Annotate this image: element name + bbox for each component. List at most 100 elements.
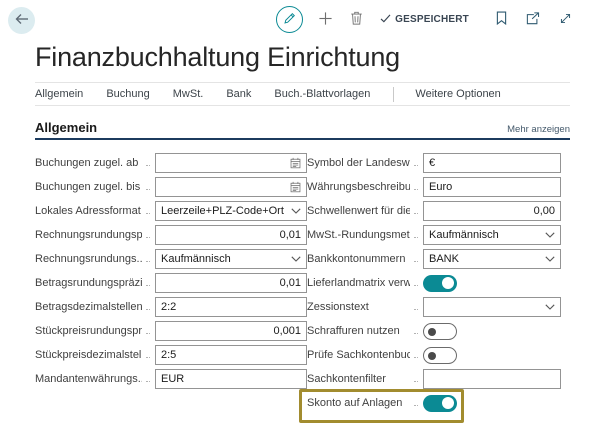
field-label-symbol-der-landeswä: Symbol der Landeswä... xyxy=(307,157,410,169)
new-button[interactable] xyxy=(316,9,335,31)
chevron-down-icon[interactable] xyxy=(291,208,301,214)
form-column-left: Buchungen zugel. ab Buchungen zugel. bis L… xyxy=(35,153,297,417)
top-toolbar: GESPEICHERT xyxy=(0,0,602,40)
expand-button[interactable] xyxy=(557,10,574,30)
input-betragsdezimalstellen[interactable]: 2:2 xyxy=(155,297,307,317)
chevron-down-icon[interactable] xyxy=(291,256,301,262)
field-row-mandantenwährungs: Mandantenwährungs...EUR xyxy=(35,369,297,389)
field-control xyxy=(423,369,561,389)
chevron-down-icon[interactable] xyxy=(545,304,555,310)
back-button[interactable] xyxy=(8,7,35,34)
toggle-lieferlandmatrix-verw[interactable] xyxy=(423,275,457,292)
toggle-prüfe-sachkontenbuc[interactable] xyxy=(423,347,457,364)
field-row-skonto-auf-anlagen: Skonto auf Anlagen xyxy=(307,393,553,413)
field-row-zessionstext: Zessionstext xyxy=(307,297,553,317)
edit-button[interactable] xyxy=(276,6,303,33)
check-icon xyxy=(380,14,391,26)
more-options-menu[interactable]: Weitere Optionen xyxy=(415,88,500,100)
tab-buchung[interactable]: Buchung xyxy=(106,88,149,100)
field-control: 0,001 xyxy=(155,321,307,341)
field-control: Kaufmännisch xyxy=(423,225,561,245)
input-buchungen-zugel-ab[interactable] xyxy=(155,153,307,173)
show-more-link[interactable]: Mehr anzeigen xyxy=(507,124,570,135)
chevron-down-icon[interactable] xyxy=(545,232,555,238)
chevron-down-icon[interactable] xyxy=(545,256,555,262)
field-label-mwst-rundungsmet: MwSt.-Rundungsmet... xyxy=(307,229,410,241)
calendar-icon[interactable] xyxy=(290,157,301,169)
tab-bank[interactable]: Bank xyxy=(226,88,251,100)
input-schwellenwert-für-die[interactable]: 0,00 xyxy=(423,201,561,221)
field-label-schwellenwert-für-die: Schwellenwert für die ... xyxy=(307,205,410,217)
tab-buch-blattvorlagen[interactable]: Buch.-Blattvorlagen xyxy=(274,88,370,100)
field-control xyxy=(155,177,307,197)
field-control: 2:5 xyxy=(155,345,307,365)
input-rechnungsrundungsp[interactable]: 0,01 xyxy=(155,225,307,245)
dotted-leader xyxy=(146,324,150,334)
save-status: GESPEICHERT xyxy=(380,14,469,26)
field-control: Kaufmännisch xyxy=(155,249,307,269)
dotted-leader xyxy=(414,180,418,190)
field-value: 0,00 xyxy=(534,205,555,217)
field-row-stückpreisdezimalstell: Stückpreisdezimalstell...2:5 xyxy=(35,345,297,365)
toggle-schraffuren-nutzen[interactable] xyxy=(423,323,457,340)
dotted-leader xyxy=(414,372,418,382)
pencil-icon xyxy=(283,12,296,28)
dotted-leader xyxy=(146,348,150,358)
field-control: 0,01 xyxy=(155,273,307,293)
bookmark-button[interactable] xyxy=(494,9,509,30)
dotted-leader xyxy=(414,156,418,166)
bookmark-icon xyxy=(496,11,507,28)
toggle-knob xyxy=(428,328,436,336)
field-value: € xyxy=(429,157,435,169)
expand-icon xyxy=(559,12,572,28)
tab-allgemein[interactable]: Allgemein xyxy=(35,88,83,100)
field-row-schraffuren-nutzen: Schraffuren nutzen xyxy=(307,321,553,341)
field-label-zessionstext: Zessionstext xyxy=(307,301,410,313)
field-control: Euro xyxy=(423,177,561,197)
field-label-sachkontenfilter: Sachkontenfilter xyxy=(307,373,410,385)
tab-divider xyxy=(393,87,394,102)
field-value: 0,001 xyxy=(273,325,301,337)
input-buchungen-zugel-bis[interactable] xyxy=(155,177,307,197)
dotted-leader xyxy=(146,156,150,166)
tab-bar: Allgemein Buchung MwSt. Bank Buch.-Blattvorl… xyxy=(35,82,570,106)
field-row-betragsdezimalstellen: Betragsdezimalstellen...2:2 xyxy=(35,297,297,317)
dotted-leader xyxy=(146,228,150,238)
input-sachkontenfilter[interactable] xyxy=(423,369,561,389)
dotted-leader xyxy=(146,300,150,310)
open-in-window-button[interactable] xyxy=(524,10,542,30)
field-label-rechnungsrundungsp: Rechnungsrundungsp... xyxy=(35,229,142,241)
field-label-buchungen-zugel-bis: Buchungen zugel. bis xyxy=(35,181,142,193)
calendar-icon[interactable] xyxy=(290,181,301,193)
input-stückpreisrundungspr[interactable]: 0,001 xyxy=(155,321,307,341)
toggle-skonto-auf-anlagen[interactable] xyxy=(423,395,457,412)
field-row-währungsbeschreibung: WährungsbeschreibungEuro xyxy=(307,177,553,197)
field-control xyxy=(423,297,561,317)
input-rechnungsrundungs[interactable]: Kaufmännisch xyxy=(155,249,307,269)
field-label-betragsrundungspräzi: Betragsrundungspräzi... xyxy=(35,277,142,289)
dotted-leader xyxy=(414,276,418,286)
delete-button[interactable] xyxy=(348,9,365,30)
dotted-leader xyxy=(146,180,150,190)
section-title: Allgemein xyxy=(35,120,97,135)
input-stückpreisdezimalstell[interactable]: 2:5 xyxy=(155,345,307,365)
field-row-betragsrundungspräzi: Betragsrundungspräzi...0,01 xyxy=(35,273,297,293)
input-bankkontonummern[interactable]: BANK xyxy=(423,249,561,269)
field-label-buchungen-zugel-ab: Buchungen zugel. ab xyxy=(35,157,142,169)
input-mandantenwährungs[interactable]: EUR xyxy=(155,369,307,389)
field-label-skonto-auf-anlagen: Skonto auf Anlagen xyxy=(307,397,410,409)
input-symbol-der-landeswä[interactable]: € xyxy=(423,153,561,173)
field-label-lokales-adressformat: Lokales Adressformat xyxy=(35,205,142,217)
field-value: 0,01 xyxy=(280,277,301,289)
field-control xyxy=(423,275,561,292)
input-betragsrundungspräzi[interactable]: 0,01 xyxy=(155,273,307,293)
trash-icon xyxy=(350,11,363,28)
general-form: Buchungen zugel. ab Buchungen zugel. bis L… xyxy=(35,153,570,417)
input-mwst-rundungsmet[interactable]: Kaufmännisch xyxy=(423,225,561,245)
input-lokales-adressformat[interactable]: Leerzeile+PLZ-Code+Ort xyxy=(155,201,307,221)
dotted-leader xyxy=(414,252,418,262)
tab-mwst[interactable]: MwSt. xyxy=(173,88,204,100)
field-control: EUR xyxy=(155,369,307,389)
input-währungsbeschreibung[interactable]: Euro xyxy=(423,177,561,197)
input-zessionstext[interactable] xyxy=(423,297,561,317)
